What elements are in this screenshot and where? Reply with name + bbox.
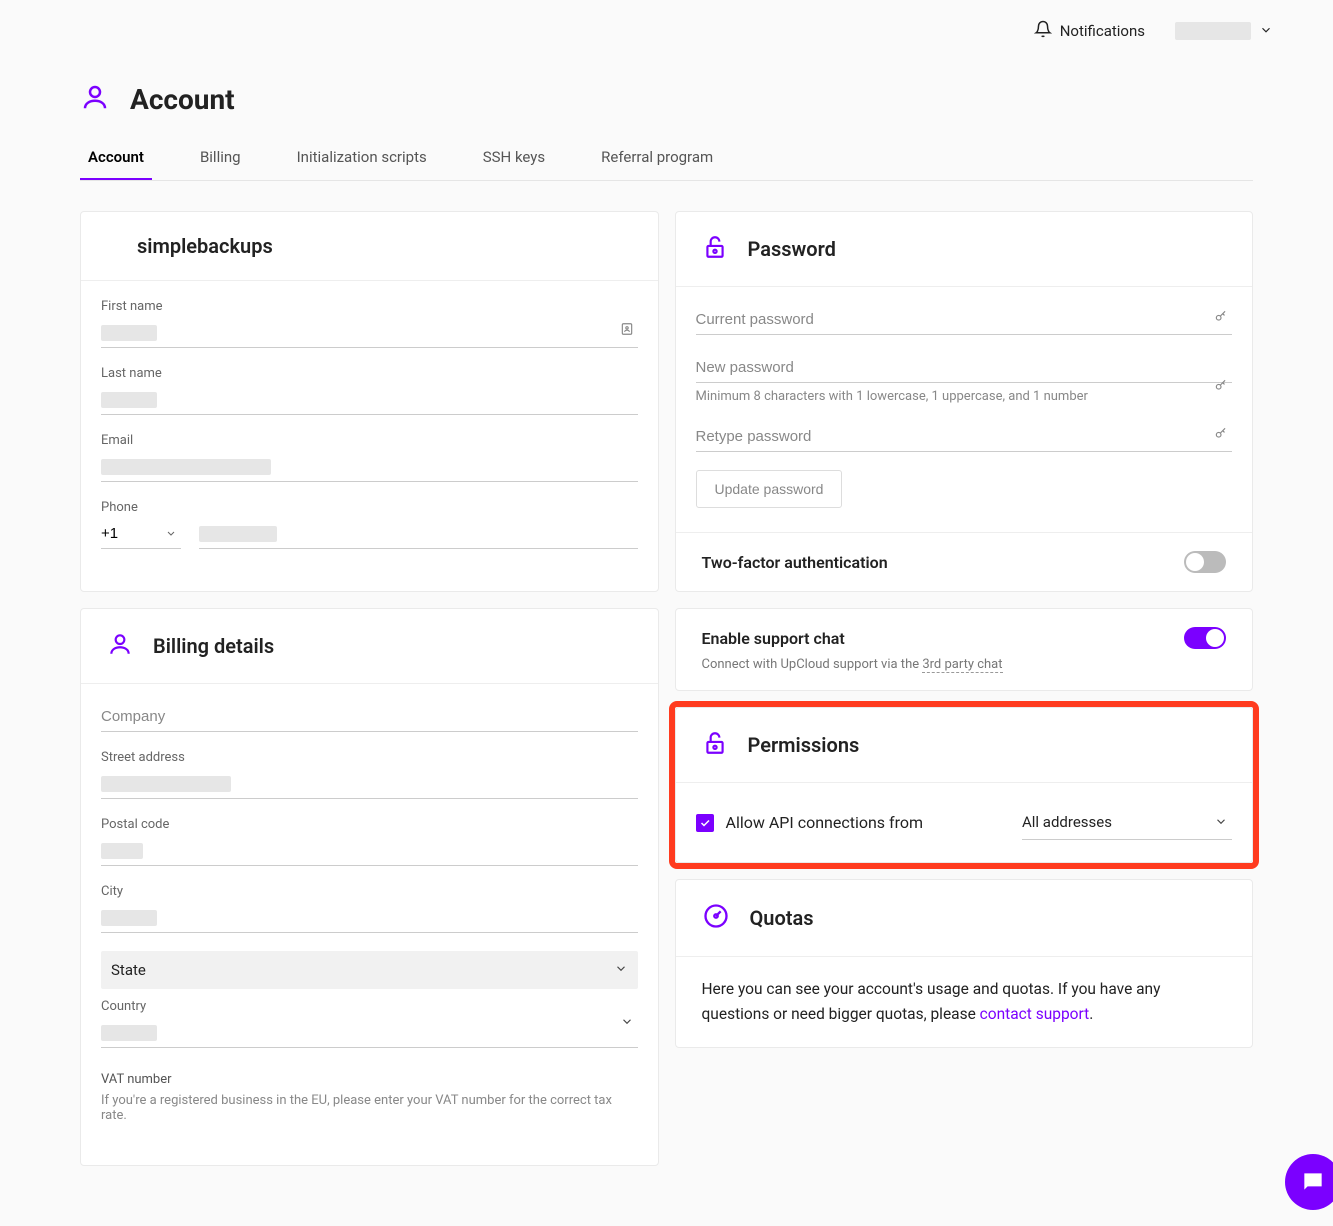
user-menu[interactable] <box>1175 22 1273 41</box>
update-password-button[interactable]: Update password <box>696 470 843 508</box>
tab-account[interactable]: Account <box>80 136 152 180</box>
user-name-redacted <box>1175 22 1251 40</box>
tfa-label: Two-factor authentication <box>702 553 888 572</box>
notifications-label: Notifications <box>1060 22 1145 40</box>
allow-api-checkbox[interactable] <box>696 814 714 832</box>
quotas-card: Quotas Here you can see your account's u… <box>675 879 1254 1048</box>
profile-card: simplebackups First name Last name <box>80 211 659 592</box>
notifications-button[interactable]: Notifications <box>1034 20 1145 42</box>
tfa-toggle[interactable] <box>1184 551 1226 573</box>
allow-api-label: Allow API connections from <box>726 813 924 832</box>
email-redacted <box>101 459 271 475</box>
tab-init-scripts[interactable]: Initialization scripts <box>289 136 435 180</box>
password-card: Password Minimum 8 characters with 1 low… <box>675 211 1254 592</box>
api-addresses-select[interactable]: All addresses <box>1022 805 1232 840</box>
city-input[interactable] <box>101 903 638 933</box>
tab-billing[interactable]: Billing <box>192 136 249 180</box>
retype-password-input[interactable] <box>696 422 1233 452</box>
tab-referral[interactable]: Referral program <box>593 136 721 180</box>
chat-subtext: Connect with UpCloud support via the 3rd… <box>676 657 1253 690</box>
contact-support-link[interactable]: contact support <box>980 1005 1090 1023</box>
phone-prefix-select[interactable] <box>101 519 181 549</box>
postal-redacted <box>101 843 143 859</box>
postal-input[interactable] <box>101 836 638 866</box>
gauge-icon <box>702 902 730 934</box>
first-name-redacted <box>101 325 157 341</box>
billing-title: Billing details <box>153 634 274 658</box>
permissions-highlight: Permissions Allow API connections from A… <box>669 701 1260 869</box>
tabs: Account Billing Initialization scripts S… <box>80 136 1253 181</box>
city-redacted <box>101 910 157 926</box>
bell-icon <box>1034 20 1052 42</box>
vat-label: VAT number <box>101 1072 638 1087</box>
last-name-redacted <box>101 392 157 408</box>
city-label: City <box>101 884 638 899</box>
chat-launcher[interactable] <box>1285 1154 1333 1210</box>
person-icon <box>107 631 133 661</box>
last-name-label: Last name <box>101 366 638 381</box>
quotas-text: Here you can see your account's usage an… <box>676 957 1253 1047</box>
key-icon <box>1214 377 1228 396</box>
last-name-input[interactable] <box>101 385 638 415</box>
email-label: Email <box>101 433 638 448</box>
chat-label: Enable support chat <box>702 629 845 648</box>
country-select[interactable] <box>101 1018 638 1048</box>
key-icon <box>1214 308 1228 327</box>
contact-card-icon <box>620 321 634 340</box>
password-title: Password <box>748 237 836 261</box>
lock-open-icon <box>702 234 728 264</box>
vat-help: If you're a registered business in the E… <box>101 1093 638 1123</box>
quotas-title: Quotas <box>750 906 814 930</box>
page-title: Account <box>130 83 235 116</box>
current-password-input[interactable] <box>696 305 1233 335</box>
key-icon <box>1214 425 1228 444</box>
first-name-input[interactable] <box>101 318 638 348</box>
org-name: simplebackups <box>137 234 273 258</box>
chevron-down-icon <box>1259 22 1273 41</box>
new-password-help: Minimum 8 characters with 1 lowercase, 1… <box>696 389 1233 404</box>
new-password-input[interactable] <box>696 353 1233 383</box>
permissions-title: Permissions <box>748 733 860 757</box>
chat-card: Enable support chat Connect with UpCloud… <box>675 608 1254 691</box>
country-redacted <box>101 1025 157 1041</box>
tab-ssh-keys[interactable]: SSH keys <box>475 136 553 180</box>
phone-label: Phone <box>101 500 638 515</box>
third-party-chat-link[interactable]: 3rd party chat <box>922 657 1002 673</box>
permissions-card: Permissions Allow API connections from A… <box>675 707 1254 863</box>
person-icon <box>80 82 110 116</box>
postal-label: Postal code <box>101 817 638 832</box>
street-redacted <box>101 776 231 792</box>
first-name-label: First name <box>101 299 638 314</box>
street-label: Street address <box>101 750 638 765</box>
country-label: Country <box>101 999 638 1014</box>
phone-redacted <box>199 526 277 542</box>
billing-card: Billing details Street address Postal co… <box>80 608 659 1166</box>
lock-open-icon <box>702 730 728 760</box>
chat-toggle[interactable] <box>1184 627 1226 649</box>
state-select[interactable]: State <box>101 951 638 989</box>
company-input[interactable] <box>101 702 638 732</box>
